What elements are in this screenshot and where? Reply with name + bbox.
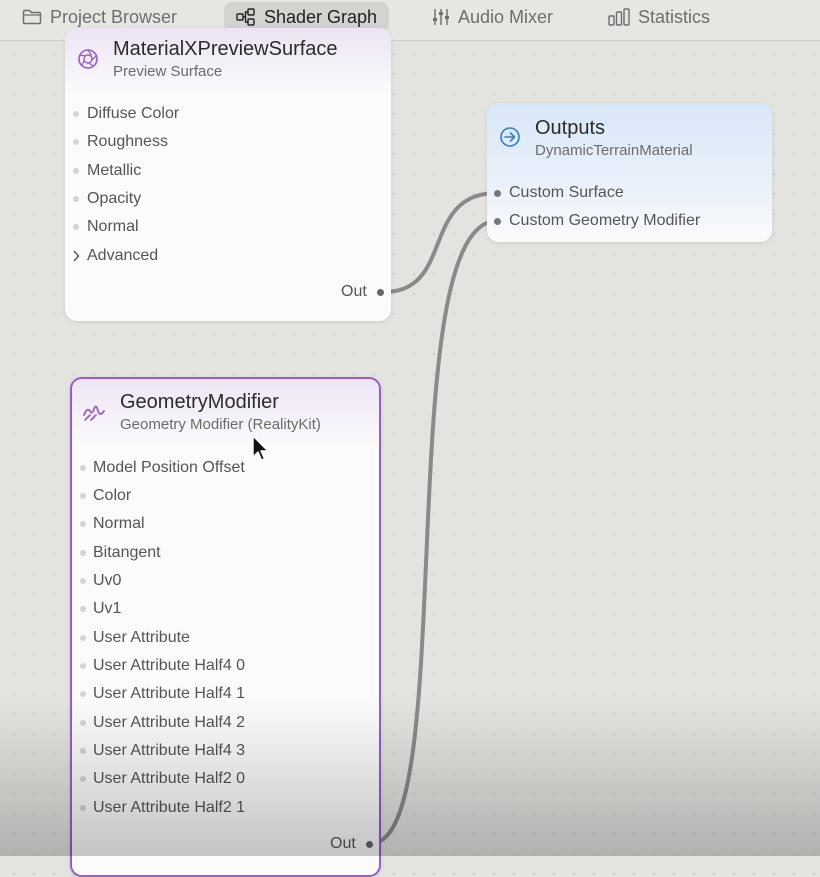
input-port[interactable]: User Attribute Half2 0 bbox=[80, 770, 245, 788]
input-port[interactable]: User Attribute Half2 1 bbox=[80, 799, 245, 817]
input-dot[interactable] bbox=[80, 635, 86, 641]
advanced-disclosure[interactable]: Advanced bbox=[73, 247, 158, 265]
tab-audio-mixer[interactable]: Audio Mixer bbox=[420, 2, 565, 32]
node-title: Outputs bbox=[535, 117, 606, 139]
input-port[interactable]: Uv0 bbox=[80, 572, 121, 590]
tab-label: Project Browser bbox=[50, 6, 178, 27]
input-port[interactable]: User Attribute Half4 2 bbox=[80, 714, 245, 732]
input-port-dot[interactable] bbox=[494, 218, 501, 225]
tab-label: Shader Graph bbox=[264, 6, 378, 27]
input-dot[interactable] bbox=[80, 493, 86, 499]
wire-geometry-to-custom-geometry-modifier[interactable] bbox=[370, 219, 499, 845]
node-subtitle: Geometry Modifier (RealityKit) bbox=[120, 416, 321, 433]
output-port-dot[interactable] bbox=[366, 841, 373, 848]
input-dot[interactable] bbox=[80, 720, 86, 726]
input-dot[interactable] bbox=[80, 521, 86, 527]
node-title: MaterialXPreviewSurface bbox=[113, 38, 338, 60]
input-port[interactable]: User Attribute Half4 3 bbox=[80, 742, 245, 760]
input-dot[interactable] bbox=[80, 748, 86, 754]
input-port[interactable]: Roughness bbox=[73, 133, 168, 151]
input-port[interactable]: Normal bbox=[80, 515, 145, 533]
input-dot[interactable] bbox=[80, 550, 86, 556]
output-label: Out bbox=[330, 835, 356, 852]
node-header: GeometryModifier Geometry Modifier (Real… bbox=[72, 379, 379, 449]
input-dot[interactable] bbox=[80, 606, 86, 612]
input-dot[interactable] bbox=[73, 139, 79, 145]
wire-preview-to-custom-surface[interactable] bbox=[382, 191, 499, 294]
aperture-icon bbox=[77, 48, 99, 75]
arrow-right-circle-icon bbox=[499, 126, 521, 153]
input-port[interactable]: Normal bbox=[73, 218, 139, 236]
input-port[interactable]: User Attribute bbox=[80, 629, 190, 647]
node-title: GeometryModifier bbox=[120, 391, 279, 413]
input-port[interactable]: Custom Surface bbox=[509, 184, 624, 202]
chevron-right-icon bbox=[72, 249, 80, 267]
geometry-modifier-node[interactable]: GeometryModifier Geometry Modifier (Real… bbox=[70, 377, 381, 877]
output-port-dot[interactable] bbox=[377, 289, 384, 296]
outputs-node[interactable]: Outputs DynamicTerrainMaterial Custom Su… bbox=[487, 103, 772, 242]
input-port[interactable]: Color bbox=[80, 487, 131, 505]
input-port[interactable]: User Attribute Half4 0 bbox=[80, 657, 245, 675]
input-port-dot[interactable] bbox=[494, 190, 501, 197]
input-dot[interactable] bbox=[73, 224, 79, 230]
input-dot[interactable] bbox=[73, 168, 79, 174]
node-subtitle: Preview Surface bbox=[113, 63, 223, 80]
tab-label: Statistics bbox=[638, 6, 711, 27]
input-dot[interactable] bbox=[80, 465, 86, 471]
input-dot[interactable] bbox=[73, 196, 79, 202]
input-dot[interactable] bbox=[80, 776, 86, 782]
shader-graph-icon bbox=[236, 8, 256, 26]
mouse-cursor-icon bbox=[252, 435, 270, 468]
tab-statistics[interactable]: Statistics bbox=[596, 2, 722, 32]
input-port[interactable]: Metallic bbox=[73, 162, 141, 180]
tab-label: Audio Mixer bbox=[458, 6, 554, 27]
input-dot[interactable] bbox=[73, 111, 79, 117]
input-dot[interactable] bbox=[80, 578, 86, 584]
input-port[interactable]: Opacity bbox=[73, 190, 141, 208]
node-subtitle: DynamicTerrainMaterial bbox=[535, 142, 693, 159]
output-label: Out bbox=[341, 283, 367, 300]
bar-chart-icon bbox=[608, 8, 630, 26]
input-port[interactable]: Uv1 bbox=[80, 600, 121, 618]
input-dot[interactable] bbox=[80, 663, 86, 669]
input-port[interactable]: Custom Geometry Modifier bbox=[509, 212, 700, 230]
input-port[interactable]: Model Position Offset bbox=[80, 459, 245, 477]
input-dot[interactable] bbox=[80, 805, 86, 811]
preview-surface-node[interactable]: MaterialXPreviewSurface Preview Surface … bbox=[65, 28, 391, 321]
input-port[interactable]: Bitangent bbox=[80, 544, 161, 562]
input-port[interactable]: User Attribute Half4 1 bbox=[80, 685, 245, 703]
input-dot[interactable] bbox=[80, 691, 86, 697]
node-header: MaterialXPreviewSurface Preview Surface bbox=[65, 28, 391, 93]
folder-icon bbox=[22, 9, 42, 25]
squiggle-icon bbox=[82, 401, 106, 428]
input-port[interactable]: Diffuse Color bbox=[73, 105, 179, 123]
node-header: Outputs DynamicTerrainMaterial Custom Su… bbox=[487, 103, 772, 242]
sliders-icon bbox=[432, 8, 450, 26]
